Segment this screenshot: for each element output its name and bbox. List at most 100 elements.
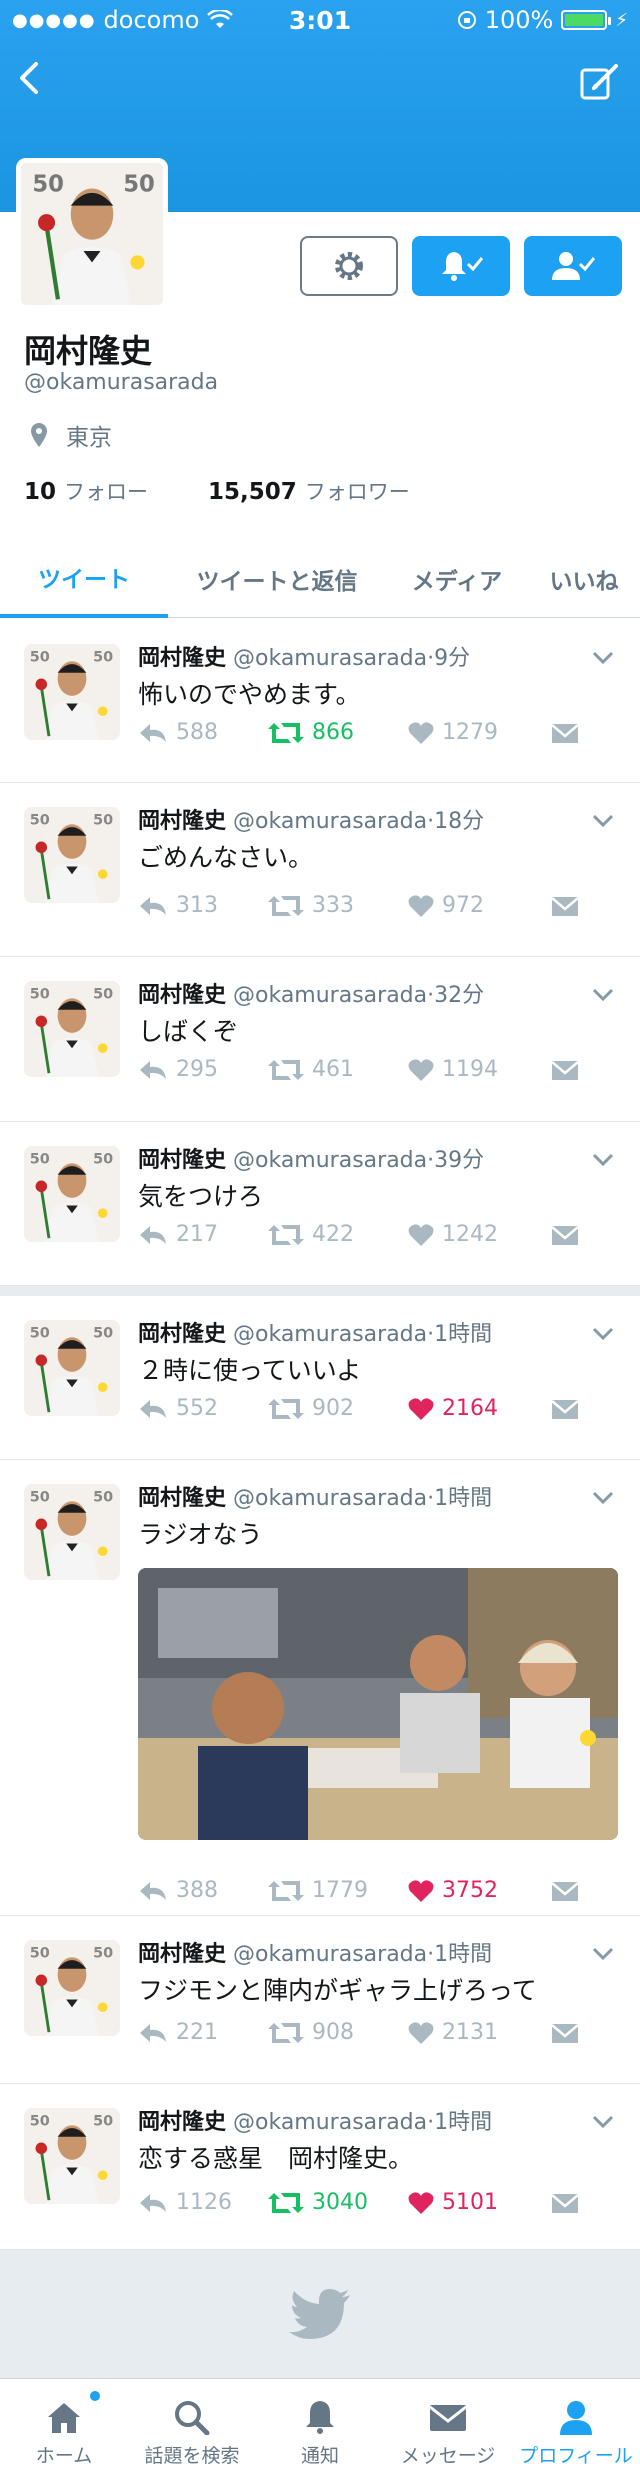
retweet-button[interactable]: 866 xyxy=(268,720,408,745)
reply-button[interactable]: 217 xyxy=(138,1222,268,1247)
tweet-author-name: 岡村隆史 xyxy=(138,809,227,834)
retweet-button[interactable]: 3040 xyxy=(268,2190,408,2215)
direct-message-icon xyxy=(551,2023,579,2043)
svg-text:50: 50 xyxy=(93,1151,113,1167)
following-button[interactable] xyxy=(524,236,622,296)
retweet-button[interactable]: 333 xyxy=(268,893,408,918)
dm-button[interactable] xyxy=(551,894,579,918)
like-button[interactable]: 972 xyxy=(408,893,533,918)
tweet-menu-button[interactable] xyxy=(592,809,614,834)
like-button[interactable]: 1279 xyxy=(408,720,533,745)
settings-button[interactable] xyxy=(300,236,398,296)
tweet-row[interactable]: 50 50 岡村隆史 @okamurasarada·32分 しばくぞ 295 461 119… xyxy=(0,957,640,1122)
dm-button[interactable] xyxy=(551,2021,579,2045)
retweet-button[interactable]: 908 xyxy=(268,2020,408,2045)
chevron-down-icon xyxy=(592,1153,614,1167)
direct-message-icon xyxy=(551,1225,579,1245)
tweet-avatar[interactable]: 50 50 xyxy=(24,981,120,1077)
tweet-avatar[interactable]: 50 50 xyxy=(24,807,120,903)
tweet-avatar[interactable]: 50 50 xyxy=(24,1940,120,2036)
reply-button[interactable]: 221 xyxy=(138,2020,268,2045)
dm-button[interactable] xyxy=(551,1058,579,1082)
user-check-icon xyxy=(552,252,596,280)
tab-explore[interactable]: 話題を検索 xyxy=(128,2379,256,2476)
like-button[interactable]: 2164 xyxy=(408,1396,533,1421)
notifications-on-button[interactable] xyxy=(412,236,510,296)
tweet-avatar[interactable]: 50 50 xyxy=(24,1146,120,1242)
tweet-menu-button[interactable] xyxy=(592,1942,614,1967)
chevron-down-icon xyxy=(592,651,614,665)
followers-count[interactable]: 15,507 フォロワー xyxy=(208,476,410,506)
tab-tweets[interactable]: ツイート xyxy=(0,540,168,618)
reply-icon xyxy=(140,1881,166,1900)
svg-text:50: 50 xyxy=(30,1151,50,1167)
chevron-down-icon xyxy=(592,1947,614,1961)
retweet-button[interactable]: 422 xyxy=(268,1222,408,1247)
bell-icon xyxy=(306,2401,334,2434)
following-count[interactable]: 10 フォロー xyxy=(24,476,148,506)
heart-icon xyxy=(408,721,434,744)
back-button[interactable] xyxy=(14,58,54,108)
tweet-header: 岡村隆史 @okamurasarada·1時間 xyxy=(138,1936,492,1968)
tab-messages[interactable]: メッセージ xyxy=(384,2379,512,2476)
tweet-row[interactable]: 50 50 岡村隆史 @okamurasarada·18分 ごめんなさい。 313 333… xyxy=(0,783,640,957)
retweet-icon xyxy=(268,1059,304,1080)
like-button[interactable]: 1194 xyxy=(408,1057,533,1082)
tweet-row[interactable]: 50 50 岡村隆史 @okamurasarada·1時間 ２時に使っていいよ 552 9… xyxy=(0,1296,640,1460)
tab-profile[interactable]: プロフィール xyxy=(512,2379,640,2476)
tweet-photo[interactable] xyxy=(138,1568,618,1840)
tweet-row[interactable]: 50 50 岡村隆史 @okamurasarada·1時間 フジモンと陣内がギャラ上げ… xyxy=(0,1916,640,2084)
tweet-avatar[interactable]: 50 50 xyxy=(24,644,120,740)
svg-text:50: 50 xyxy=(30,1325,50,1341)
heart-icon xyxy=(408,1223,434,1246)
tab-tweets-and-replies[interactable]: ツイートと返信 xyxy=(168,540,386,618)
svg-text:50: 50 xyxy=(30,1945,50,1961)
tweet-row[interactable]: 50 50 岡村隆史 @okamurasarada·9分 怖いのでやめます。 588 86… xyxy=(0,620,640,783)
reply-button[interactable]: 295 xyxy=(138,1057,268,1082)
retweet-button[interactable]: 461 xyxy=(268,1057,408,1082)
tweet-row[interactable]: 50 50 岡村隆史 @okamurasarada·39分 気をつけろ 217 422 12… xyxy=(0,1122,640,1286)
dm-button[interactable] xyxy=(551,1397,579,1421)
tab-notifications[interactable]: 通知 xyxy=(256,2379,384,2476)
dm-button[interactable] xyxy=(551,721,579,745)
tweet-avatar[interactable]: 50 50 xyxy=(24,1484,120,1580)
svg-text:50: 50 xyxy=(32,171,64,197)
like-button[interactable]: 1242 xyxy=(408,1222,533,1247)
reply-button[interactable]: 1126 xyxy=(138,2190,268,2215)
tweet-menu-button[interactable] xyxy=(592,1148,614,1173)
dm-button[interactable] xyxy=(551,2191,579,2215)
like-button[interactable]: 3752 xyxy=(408,1878,533,1903)
svg-text:50: 50 xyxy=(93,1945,113,1961)
retweet-button[interactable]: 902 xyxy=(268,1396,408,1421)
dm-button[interactable] xyxy=(551,1879,579,1903)
tab-home[interactable]: ホーム xyxy=(0,2379,128,2476)
tweet-avatar[interactable]: 50 50 xyxy=(24,2108,120,2204)
reply-count: 221 xyxy=(176,2020,218,2045)
tab-likes[interactable]: いいね xyxy=(528,540,640,618)
tab-media[interactable]: メディア xyxy=(386,540,528,618)
tweet-avatar[interactable]: 50 50 xyxy=(24,1320,120,1416)
profile-avatar[interactable]: 50 50 xyxy=(16,158,168,310)
like-button[interactable]: 5101 xyxy=(408,2190,533,2215)
reply-button[interactable]: 388 xyxy=(138,1878,268,1903)
tweet-menu-button[interactable] xyxy=(592,2110,614,2135)
tweet-menu-button[interactable] xyxy=(592,1322,614,1347)
dm-button[interactable] xyxy=(551,1223,579,1247)
reply-button[interactable]: 313 xyxy=(138,893,268,918)
tweet-row[interactable]: 50 50 岡村隆史 @okamurasarada·1時間 恋する惑星 岡村隆史。 11… xyxy=(0,2084,640,2250)
retweet-button[interactable]: 1779 xyxy=(268,1878,408,1903)
like-button[interactable]: 2131 xyxy=(408,2020,533,2045)
compose-tweet-button[interactable] xyxy=(578,60,622,104)
reply-button[interactable]: 588 xyxy=(138,720,268,745)
direct-message-icon xyxy=(551,1881,579,1901)
reply-button[interactable]: 552 xyxy=(138,1396,268,1421)
tweet-header: 岡村隆史 @okamurasarada·1時間 xyxy=(138,2104,492,2136)
like-count: 3752 xyxy=(442,1878,498,1903)
chevron-down-icon xyxy=(592,2115,614,2129)
tweet-menu-button[interactable] xyxy=(592,983,614,1008)
tweet-menu-button[interactable] xyxy=(592,646,614,671)
tweet-text: ごめんなさい。 xyxy=(138,843,314,872)
tweet-menu-button[interactable] xyxy=(592,1486,614,1511)
heart-icon xyxy=(408,894,434,917)
like-count: 2131 xyxy=(442,2020,498,2045)
